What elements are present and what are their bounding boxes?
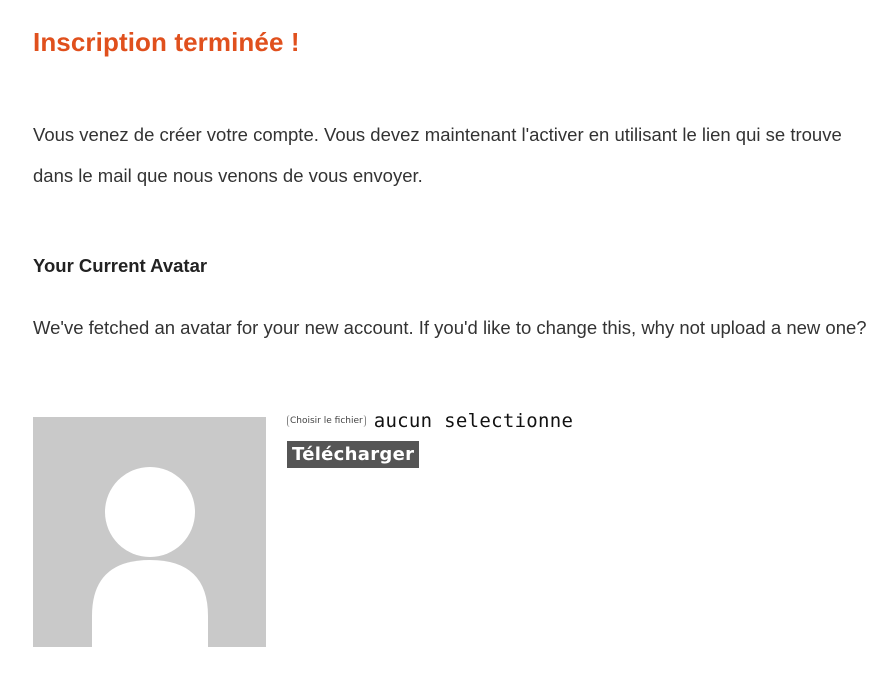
avatar-heading: Your Current Avatar	[33, 255, 208, 276]
file-status-text: aucun selectionne	[373, 410, 574, 432]
activation-message: Vous venez de créer votre compte. Vous d…	[33, 124, 842, 186]
avatar-description: We've fetched an avatar for your new acc…	[33, 317, 867, 338]
choose-file-button[interactable]: Choisir le fichier	[287, 415, 366, 427]
default-avatar-silhouette-icon	[33, 417, 266, 647]
current-avatar-image	[33, 417, 266, 647]
file-input[interactable]: Choisir le fichier aucun selectionne	[287, 410, 573, 432]
registration-complete-page: Inscription terminée ! Vous venez de cré…	[0, 0, 888, 693]
upload-button[interactable]: Télécharger	[287, 441, 420, 468]
page-title: Inscription terminée !	[33, 27, 300, 57]
